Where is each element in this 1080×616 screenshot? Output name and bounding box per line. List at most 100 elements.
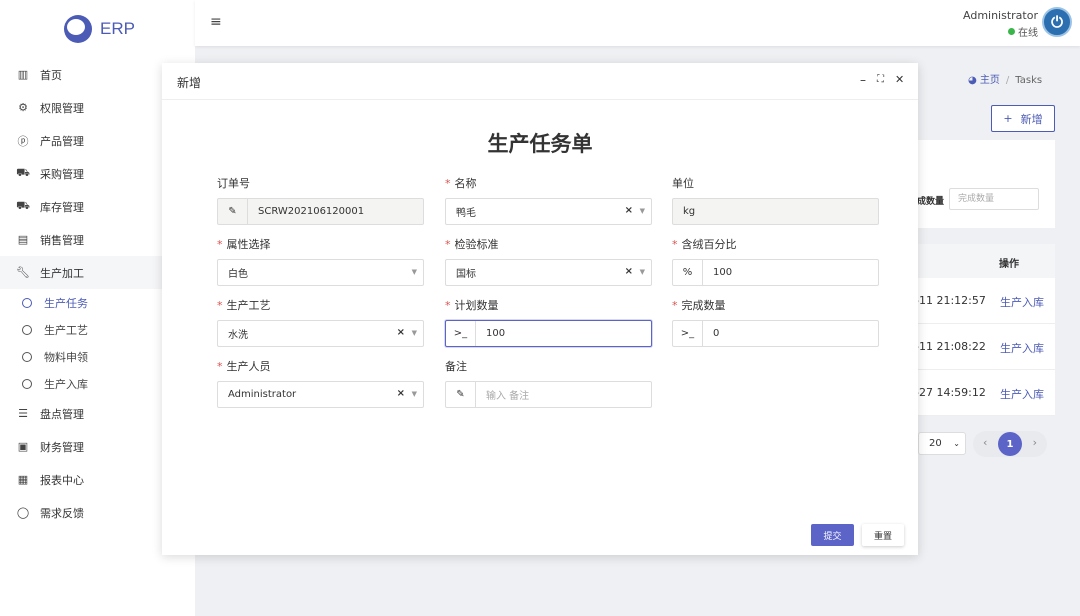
wrench-icon: 🔧︎ bbox=[16, 266, 30, 279]
pagination: ‹ 1 › bbox=[973, 431, 1047, 457]
row-time: -11 21:08:22 bbox=[915, 340, 986, 353]
new-task-modal: 新增 – ⛶ ✕ 生产任务单 订单号 ✎ SCRW202106120001 * 名… bbox=[162, 63, 918, 555]
close-icon[interactable]: ✕ bbox=[895, 73, 904, 86]
current-page[interactable]: 1 bbox=[998, 432, 1022, 456]
remark-input[interactable]: ✎ 输入 备注 bbox=[445, 381, 652, 408]
pencil-icon: ✎ bbox=[446, 382, 476, 407]
circle-icon bbox=[22, 324, 32, 335]
circle-icon bbox=[22, 351, 32, 362]
logo-text: ERP bbox=[100, 19, 135, 38]
field-value: 水洗 bbox=[228, 330, 248, 341]
done-qty-input[interactable]: >_ 0 bbox=[672, 320, 879, 347]
standard-field: * 检验标准 国标 × ▼ bbox=[445, 236, 652, 286]
field-value: 白色 bbox=[228, 269, 248, 280]
row-action-link[interactable]: 生产入库 bbox=[1000, 294, 1044, 310]
sidebar-subitem-label: 生产入库 bbox=[44, 377, 88, 391]
field-label: * 含绒百分比 bbox=[672, 236, 879, 252]
field-label-text: 名称 bbox=[454, 177, 477, 190]
chevron-down-icon[interactable]: ▼ bbox=[640, 207, 645, 215]
circle-icon bbox=[22, 378, 32, 389]
chevron-down-icon[interactable]: ▼ bbox=[412, 390, 417, 398]
required-mark: * bbox=[445, 299, 451, 312]
row-action-link[interactable]: 生产入库 bbox=[1000, 340, 1044, 356]
plan-qty-input[interactable]: >_ 100 bbox=[445, 320, 652, 347]
row-action-link[interactable]: 生产入库 bbox=[1000, 386, 1044, 402]
submit-button[interactable]: 提交 bbox=[811, 524, 854, 546]
chevron-down-icon[interactable]: ▼ bbox=[412, 268, 417, 276]
money-icon: ▣ bbox=[17, 440, 29, 453]
field-value: Administrator bbox=[228, 389, 297, 400]
avatar[interactable]: ⏻ bbox=[1042, 7, 1072, 37]
logo[interactable]: ERP bbox=[0, 0, 195, 58]
field-value: SCRW202106120001 bbox=[258, 206, 365, 217]
plus-icon: + bbox=[1003, 112, 1013, 125]
clear-icon[interactable]: × bbox=[625, 266, 633, 277]
name-select[interactable]: 鸭毛 × ▼ bbox=[445, 198, 652, 225]
field-label-text: 属性选择 bbox=[226, 238, 271, 251]
done-qty-filter-input[interactable]: 完成数量 bbox=[949, 188, 1039, 210]
sidebar-item-label: 销售管理 bbox=[40, 233, 84, 247]
chat-icon: ◯ bbox=[16, 506, 30, 519]
table-header: 操作 bbox=[905, 244, 1055, 278]
unit-input[interactable]: kg bbox=[672, 198, 879, 225]
breadcrumb-home[interactable]: 主页 bbox=[980, 75, 1000, 86]
sidebar-item-label: 权限管理 bbox=[40, 101, 84, 115]
table-row: -11 21:08:22 生产入库 bbox=[905, 324, 1055, 370]
field-label-text: 计划数量 bbox=[454, 299, 499, 312]
field-label: * 生产人员 bbox=[217, 358, 424, 374]
done-qty-field: * 完成数量 >_ 0 bbox=[672, 297, 879, 347]
cart-icon: ⛟ bbox=[16, 166, 30, 179]
minimize-icon[interactable]: – bbox=[860, 73, 866, 87]
truck-icon: ⛟ bbox=[16, 199, 30, 212]
filter-label: 成数量 bbox=[917, 197, 945, 207]
user-info[interactable]: Administrator 在线 bbox=[963, 9, 1038, 39]
chevron-down-icon[interactable]: ▼ bbox=[640, 268, 645, 276]
maximize-icon[interactable]: ⛶ bbox=[877, 74, 884, 85]
field-label: 订单号 bbox=[217, 175, 424, 191]
clear-icon[interactable]: × bbox=[397, 327, 405, 338]
required-mark: * bbox=[445, 238, 451, 251]
sidebar-item-label: 盘点管理 bbox=[40, 407, 84, 421]
add-button[interactable]: + 新增 bbox=[991, 105, 1055, 132]
next-page-button[interactable]: › bbox=[1033, 436, 1037, 449]
process-select[interactable]: 水洗 × ▼ bbox=[217, 320, 424, 347]
clear-icon[interactable]: × bbox=[625, 205, 633, 216]
down-pct-input[interactable]: % 100 bbox=[672, 259, 879, 286]
prev-page-button[interactable]: ‹ bbox=[983, 436, 987, 449]
field-value: 100 bbox=[486, 328, 506, 339]
page-size-select[interactable]: 20 ⌄ bbox=[918, 432, 966, 455]
staff-select[interactable]: Administrator × ▼ bbox=[217, 381, 424, 408]
clear-icon[interactable]: × bbox=[397, 388, 405, 399]
gear-icon: ⚙ bbox=[18, 101, 28, 114]
down-pct-field: * 含绒百分比 % 100 bbox=[672, 236, 879, 286]
attribute-select[interactable]: 白色 ▼ bbox=[217, 259, 424, 286]
field-label: * 检验标准 bbox=[445, 236, 652, 252]
field-value: 0 bbox=[713, 328, 720, 339]
topbar: ≡ Administrator 在线 ⏻ bbox=[195, 0, 1080, 46]
task-table: 操作 -11 21:12:57 生产入库 -11 21:08:22 生产入库 -27… bbox=[905, 244, 1055, 416]
sidebar-item-label: 产品管理 bbox=[40, 134, 84, 148]
user-status-text: 在线 bbox=[1018, 28, 1038, 39]
field-label: * 名称 bbox=[445, 175, 652, 191]
breadcrumb-current: Tasks bbox=[1015, 75, 1043, 86]
online-dot-icon bbox=[1008, 28, 1015, 35]
calendar-grid-icon: ▦ bbox=[17, 473, 29, 486]
reset-button[interactable]: 重置 bbox=[862, 524, 904, 546]
staff-field: * 生产人员 Administrator × ▼ bbox=[217, 358, 424, 408]
field-placeholder: 输入 备注 bbox=[486, 391, 530, 402]
chevron-down-icon[interactable]: ▼ bbox=[412, 329, 417, 337]
sidebar-item-label: 首页 bbox=[40, 68, 62, 82]
plan-qty-field: * 计划数量 >_ 100 bbox=[445, 297, 652, 347]
sidebar-item-label: 财务管理 bbox=[40, 440, 84, 454]
sidebar-item-label: 需求反馈 bbox=[40, 506, 84, 520]
order-no-input[interactable]: ✎ SCRW202106120001 bbox=[217, 198, 424, 225]
modal-title: 新增 bbox=[177, 76, 202, 90]
menu-toggle-icon[interactable]: ≡ bbox=[210, 14, 222, 30]
standard-select[interactable]: 国标 × ▼ bbox=[445, 259, 652, 286]
attribute-field: * 属性选择 白色 ▼ bbox=[217, 236, 424, 286]
field-label: 备注 bbox=[445, 358, 652, 374]
field-value: kg bbox=[683, 206, 696, 217]
required-mark: * bbox=[217, 299, 223, 312]
user-status: 在线 bbox=[963, 24, 1038, 39]
sidebar-subitem-label: 生产工艺 bbox=[44, 323, 88, 337]
